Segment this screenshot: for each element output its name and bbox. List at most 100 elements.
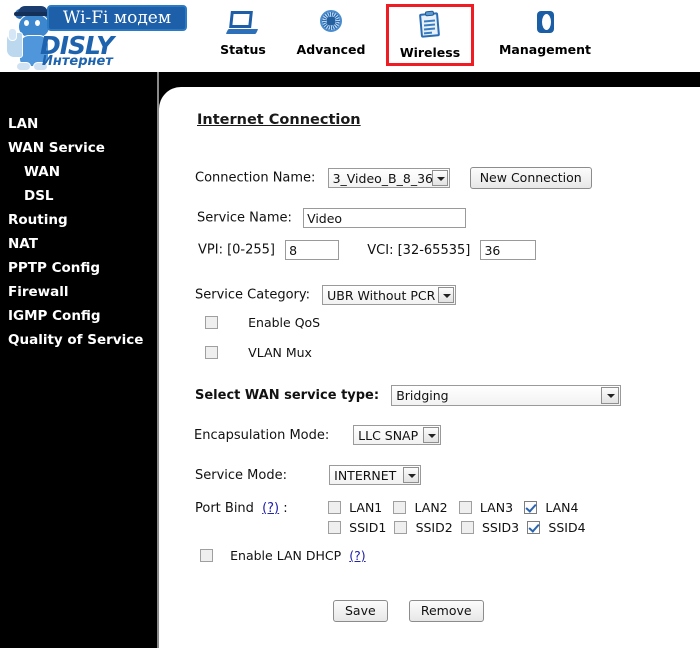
encapsulation-mode-select[interactable]: LLC SNAP bbox=[353, 425, 442, 445]
wan-service-type-select[interactable]: Bridging bbox=[391, 385, 622, 406]
service-mode-select[interactable]: INTERNET bbox=[329, 465, 422, 485]
port-bind-lan3-cell: LAN3 bbox=[458, 500, 514, 515]
encapsulation-mode-row: Encapsulation Mode: LLC SNAP bbox=[194, 425, 442, 445]
service-mode-row: Service Mode: INTERNET bbox=[195, 465, 422, 485]
enable-lan-dhcp-checkbox[interactable] bbox=[200, 549, 213, 562]
new-connection-button[interactable]: New Connection bbox=[469, 167, 592, 189]
sidebar-item-wan[interactable]: WAN bbox=[0, 160, 157, 184]
enable-lan-dhcp-help-icon[interactable]: (?) bbox=[349, 548, 365, 563]
service-name-row: Service Name: Video bbox=[197, 208, 467, 228]
enable-lan-dhcp-row: Enable LAN DHCP (?) bbox=[200, 548, 366, 563]
encapsulation-mode-label: Encapsulation Mode: bbox=[194, 427, 330, 443]
remove-button[interactable]: Remove bbox=[408, 600, 484, 622]
port-bind-ssid1-checkbox[interactable] bbox=[328, 521, 341, 534]
vlan-mux-row: VLAN Mux bbox=[205, 345, 312, 360]
port-bind-lan2-checkbox[interactable] bbox=[393, 501, 407, 514]
chevron-down-icon[interactable] bbox=[431, 170, 448, 186]
port-bind-colon: : bbox=[283, 501, 288, 516]
service-category-label: Service Category: bbox=[195, 287, 310, 303]
port-bind-lan1-cell: LAN1 bbox=[328, 500, 382, 515]
vlan-mux-checkbox[interactable] bbox=[205, 346, 218, 359]
port-bind-label: Port Bind bbox=[195, 501, 254, 516]
sidebar-item-dsl[interactable]: DSL bbox=[0, 184, 157, 208]
port-bind-lan3-label: LAN3 bbox=[479, 500, 514, 515]
page-header: Wi-Fi модем DISLY Интернет Status Advanc… bbox=[0, 0, 700, 72]
sidebar-item-pptp-config[interactable]: PPTP Config bbox=[0, 256, 157, 280]
tab-wireless[interactable]: Wireless bbox=[386, 4, 474, 66]
sidebar-item-quality-of-service[interactable]: Quality of Service bbox=[0, 328, 157, 352]
port-bind-ssid1-cell: SSID1 bbox=[328, 520, 386, 535]
enable-qos-checkbox[interactable] bbox=[205, 316, 218, 329]
chevron-down-icon[interactable] bbox=[403, 467, 420, 483]
port-bind-ssid2-checkbox[interactable] bbox=[394, 521, 408, 534]
sidebar: LAN WAN Service WAN DSL Routing NAT PPTP… bbox=[0, 72, 157, 648]
chevron-down-icon[interactable] bbox=[601, 387, 620, 404]
sidebar-item-nat[interactable]: NAT bbox=[0, 232, 157, 256]
port-bind-ssid4-checkbox[interactable] bbox=[527, 521, 541, 534]
sidebar-item-routing[interactable]: Routing bbox=[0, 208, 157, 232]
chevron-down-icon[interactable] bbox=[423, 427, 440, 443]
connection-name-row: Connection Name: 3_Video_B_8_36 New Conn… bbox=[195, 167, 592, 189]
save-button[interactable]: Save bbox=[333, 600, 388, 622]
tab-advanced[interactable]: Advanced bbox=[285, 4, 377, 66]
port-bind-ssid2-label: SSID2 bbox=[415, 520, 453, 535]
tab-wireless-label: Wireless bbox=[399, 45, 461, 60]
brand-logo: Wi-Fi модем DISLY Интернет bbox=[4, 2, 190, 71]
connection-name-value: 3_Video_B_8_36 bbox=[332, 171, 433, 186]
brand-tagline: Интернет bbox=[42, 54, 113, 69]
port-bind-ssid3-label: SSID3 bbox=[481, 520, 520, 535]
service-category-value: UBR Without PCR bbox=[327, 288, 436, 303]
connection-name-select[interactable]: 3_Video_B_8_36 bbox=[327, 168, 450, 188]
vci-label: VCI: [32-65535] bbox=[367, 242, 471, 258]
enable-lan-dhcp-label: Enable LAN DHCP bbox=[230, 548, 342, 563]
vpi-label: VPI: [0-255] bbox=[198, 242, 275, 258]
wifi-modem-banner: Wi-Fi модем bbox=[47, 5, 187, 31]
wan-service-type-value: Bridging bbox=[396, 388, 449, 403]
port-bind-ssid1-label: SSID1 bbox=[349, 520, 387, 535]
port-bind-ssid4-cell: SSID4 bbox=[527, 520, 586, 535]
port-bind-lan2-cell: LAN2 bbox=[393, 500, 448, 515]
port-bind-help-icon[interactable]: (?) bbox=[262, 501, 279, 516]
sidebar-item-igmp-config[interactable]: IGMP Config bbox=[0, 304, 157, 328]
port-bind-lan3-checkbox[interactable] bbox=[458, 501, 472, 514]
vlan-mux-label: VLAN Mux bbox=[248, 345, 312, 360]
port-bind-lan1-checkbox[interactable] bbox=[328, 501, 341, 514]
monitor-icon bbox=[225, 8, 260, 40]
port-bind-ssid2-cell: SSID2 bbox=[394, 520, 453, 535]
tab-management-label: Management bbox=[498, 42, 591, 57]
port-bind-ssid-group: SSID1 SSID2 SSID3 SSID4 bbox=[328, 520, 586, 535]
disc-icon bbox=[528, 8, 562, 40]
content-panel: Internet Connection Connection Name: 3_V… bbox=[159, 87, 700, 648]
port-bind-lan4-checkbox[interactable] bbox=[524, 501, 538, 514]
port-bind-lan2-label: LAN2 bbox=[414, 500, 448, 515]
vpi-input[interactable]: 8 bbox=[285, 240, 340, 260]
service-category-row: Service Category: UBR Without PCR bbox=[195, 285, 457, 305]
form-actions: Save Remove bbox=[333, 600, 484, 622]
connection-name-label: Connection Name: bbox=[195, 170, 316, 186]
service-name-input[interactable]: Video bbox=[303, 208, 467, 228]
sidebar-item-lan[interactable]: LAN bbox=[0, 112, 157, 136]
mascot-eye-left bbox=[24, 20, 29, 26]
service-category-select[interactable]: UBR Without PCR bbox=[322, 285, 457, 305]
port-bind-lan4-cell: LAN4 bbox=[524, 500, 578, 515]
sidebar-item-wan-service[interactable]: WAN Service bbox=[0, 136, 157, 160]
chevron-down-icon[interactable] bbox=[438, 287, 455, 303]
wan-service-type-row: Select WAN service type: Bridging bbox=[195, 385, 622, 406]
port-bind-ssid4-label: SSID4 bbox=[548, 520, 586, 535]
sidebar-menu: LAN WAN Service WAN DSL Routing NAT PPTP… bbox=[0, 112, 157, 352]
tab-status[interactable]: Status bbox=[205, 4, 281, 66]
chip-icon bbox=[314, 8, 348, 40]
port-bind-ssid3-checkbox[interactable] bbox=[460, 521, 474, 534]
mascot-hat bbox=[14, 6, 52, 16]
tab-management[interactable]: Management bbox=[487, 4, 603, 66]
port-bind-lan4-label: LAN4 bbox=[545, 500, 579, 515]
mascot-foot-left bbox=[16, 62, 31, 71]
enable-qos-label: Enable QoS bbox=[248, 315, 321, 330]
tab-advanced-label: Advanced bbox=[296, 42, 366, 57]
vci-input[interactable]: 36 bbox=[480, 240, 537, 260]
sidebar-item-firewall[interactable]: Firewall bbox=[0, 280, 157, 304]
vpi-vci-row: VPI: [0-255] 8 VCI: [32-65535] 36 bbox=[198, 240, 537, 260]
service-mode-label: Service Mode: bbox=[195, 467, 287, 483]
wan-service-type-label: Select WAN service type: bbox=[195, 388, 380, 403]
tab-status-label: Status bbox=[220, 42, 266, 57]
